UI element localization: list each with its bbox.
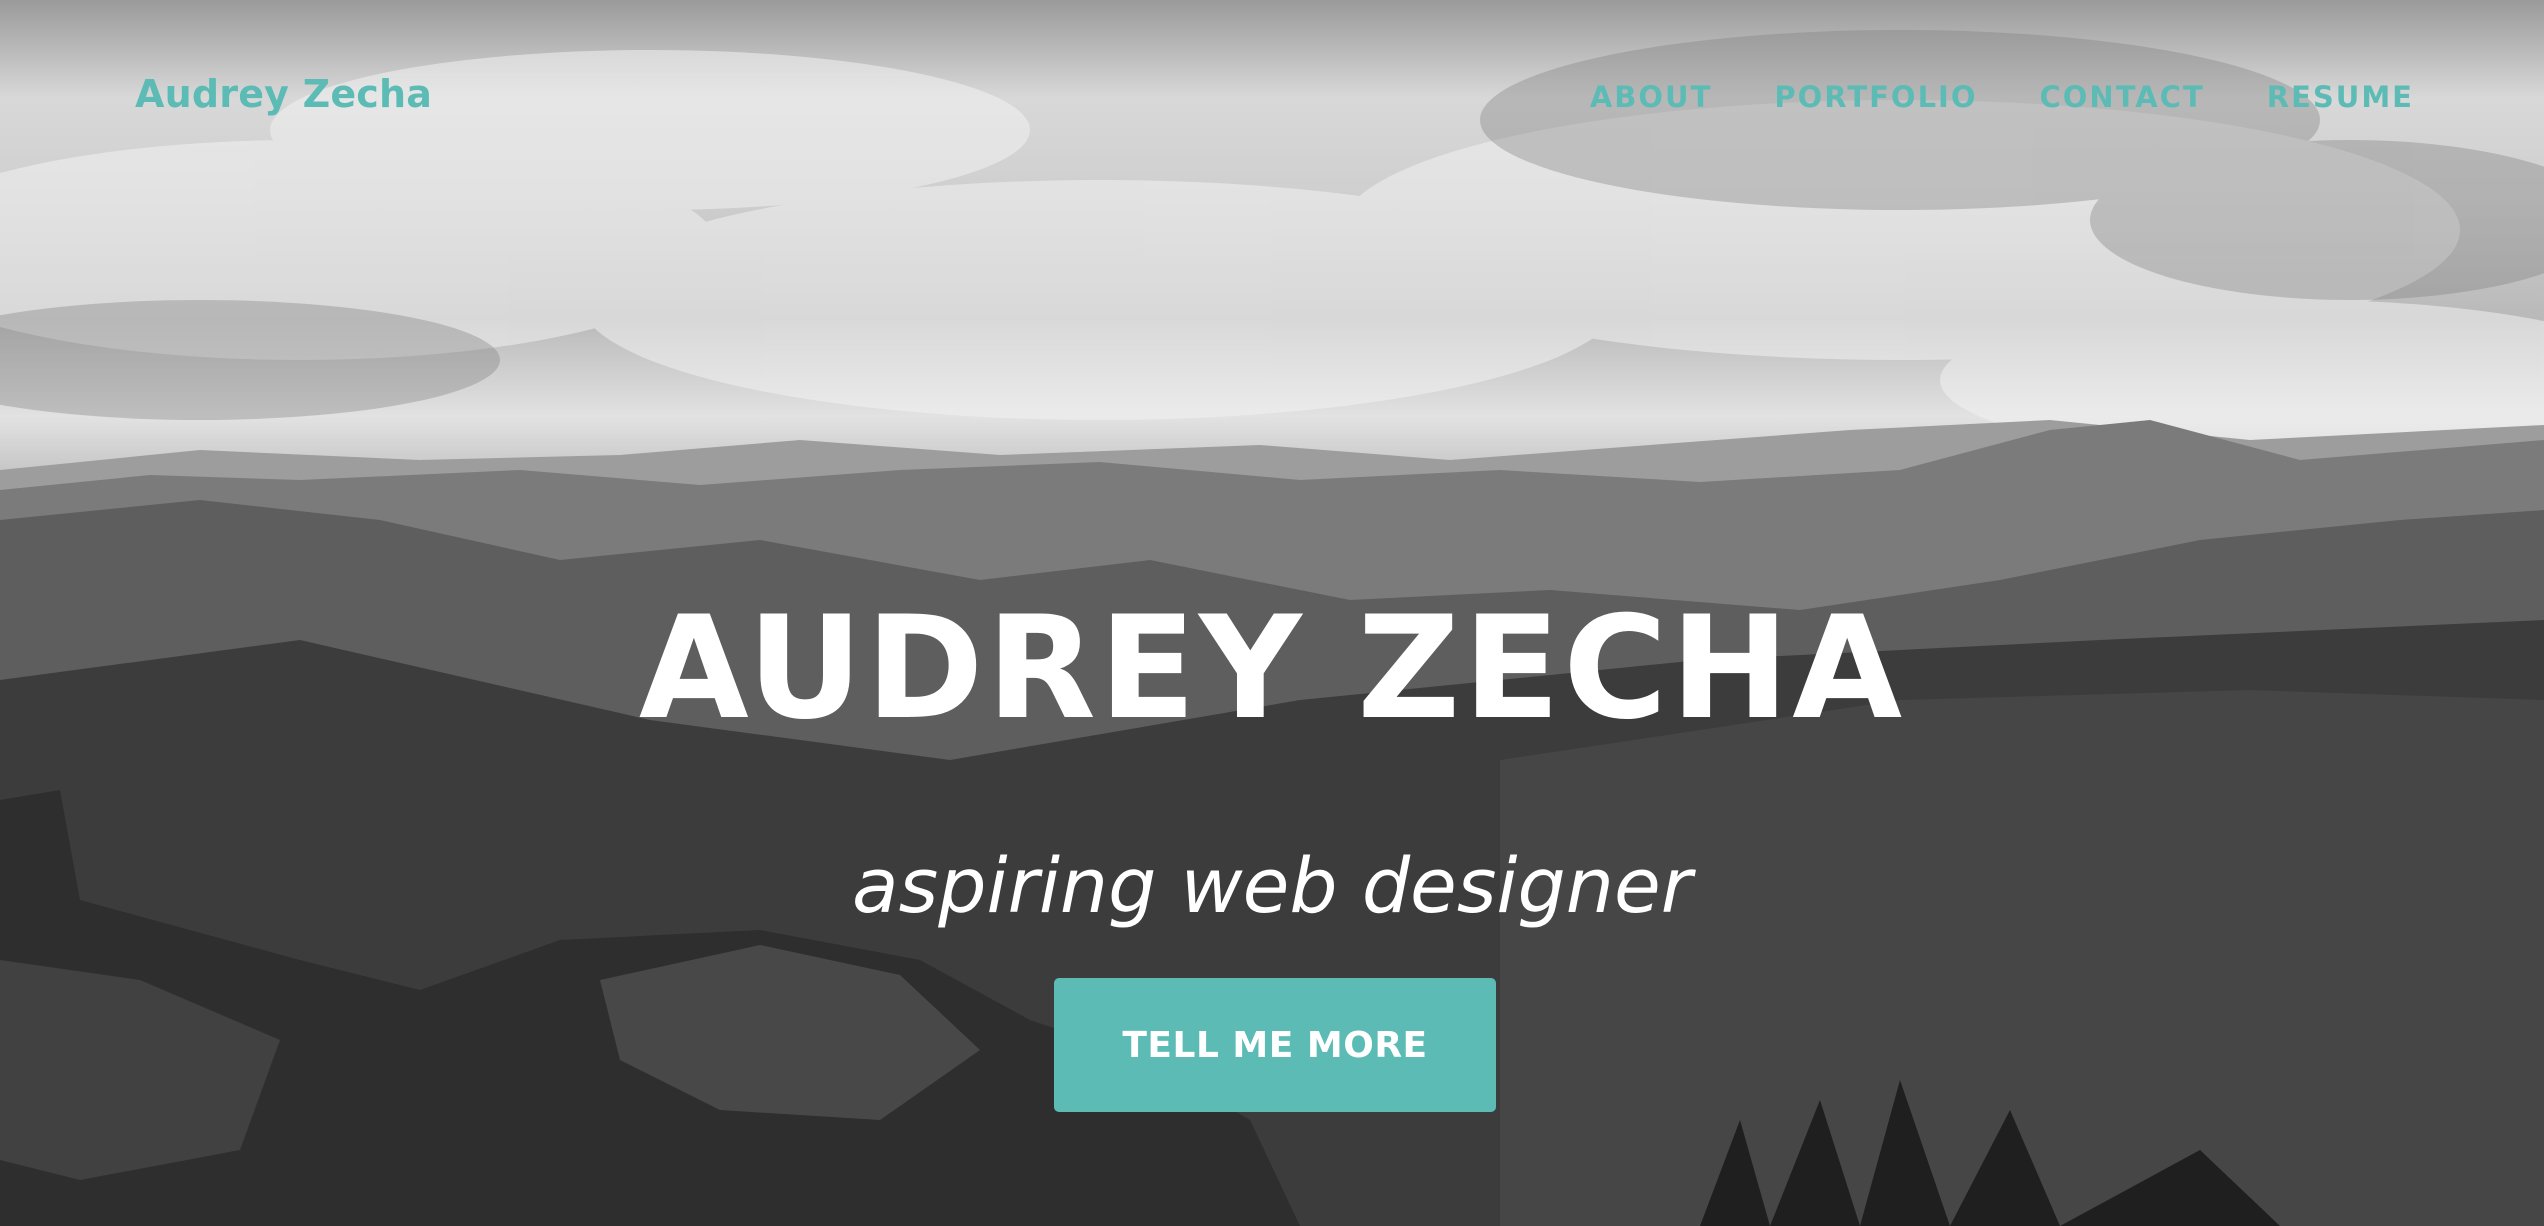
nav-link-contact[interactable]: CONTACT bbox=[2040, 80, 2205, 114]
hero-tagline: aspiring web designer bbox=[852, 841, 1692, 930]
hero-section: Audrey Zecha ABOUT PORTFOLIO CONTACT RES… bbox=[0, 0, 2544, 1226]
nav-link-portfolio[interactable]: PORTFOLIO bbox=[1774, 80, 1977, 114]
nav-link-resume[interactable]: RESUME bbox=[2267, 80, 2414, 114]
nav-link-about[interactable]: ABOUT bbox=[1590, 80, 1713, 114]
nav-menu: ABOUT PORTFOLIO CONTACT RESUME bbox=[1590, 80, 2414, 114]
top-navigation: Audrey Zecha ABOUT PORTFOLIO CONTACT RES… bbox=[0, 0, 2544, 200]
brand-logo-link[interactable]: Audrey Zecha bbox=[135, 72, 432, 116]
tell-me-more-button[interactable]: TELL ME MORE bbox=[1054, 978, 1496, 1112]
hero-title: AUDREY ZECHA bbox=[638, 586, 1906, 751]
